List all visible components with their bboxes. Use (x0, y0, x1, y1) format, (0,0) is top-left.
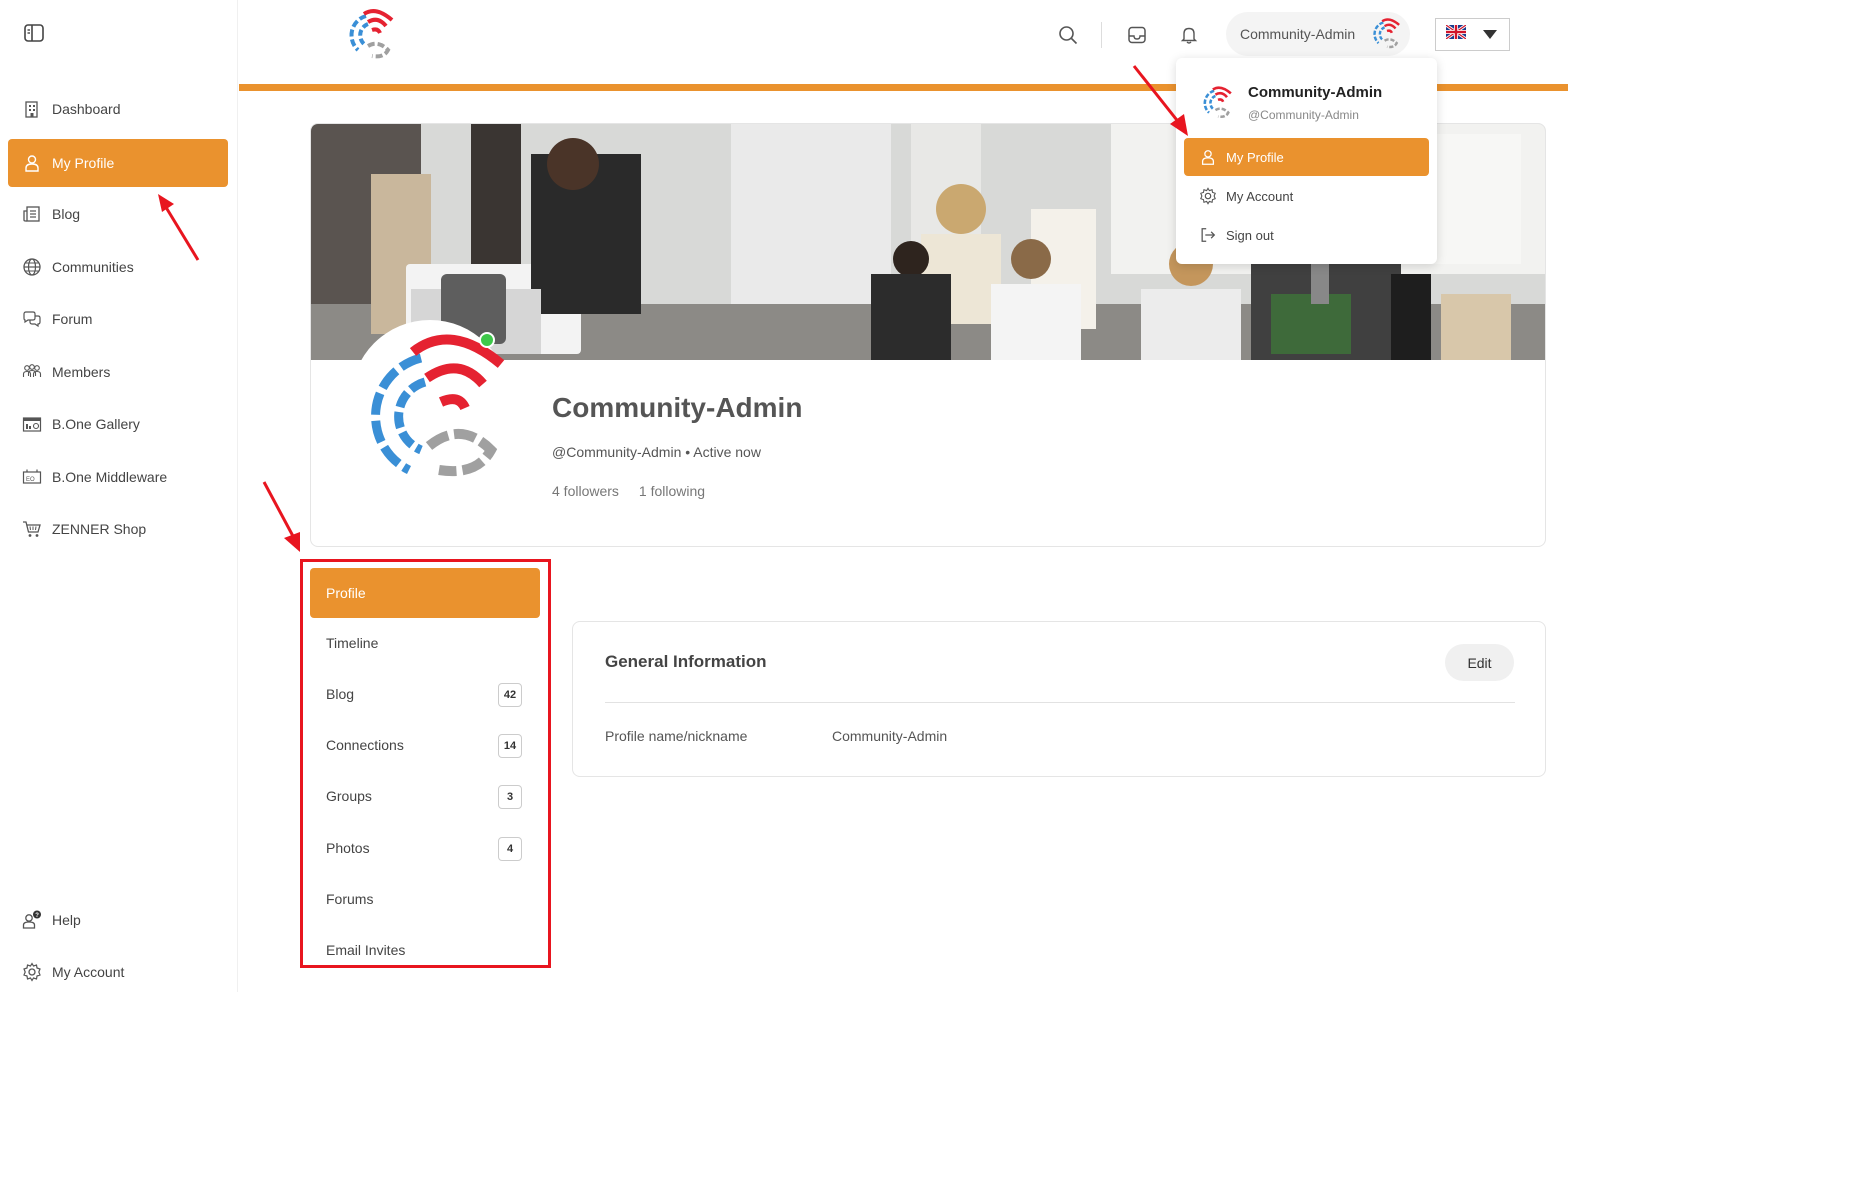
person-icon (22, 153, 42, 173)
sidebar-item-forum[interactable]: Forum (8, 295, 228, 343)
profile-tab-connections[interactable]: Connections 14 (310, 720, 540, 770)
sidebar-item-members[interactable]: Members (8, 348, 228, 396)
bell-icon[interactable] (1178, 24, 1200, 46)
profile-tab-label: Photos (326, 840, 370, 856)
sidebar-item-blog[interactable]: Blog (8, 190, 228, 238)
sidebar-item-label: B.One Gallery (52, 416, 140, 432)
profile-tab-label: Email Invites (326, 942, 406, 958)
dropdown-item-my-account[interactable]: My Account (1184, 177, 1429, 215)
profile-tab-label: Forums (326, 891, 374, 907)
search-icon[interactable] (1057, 24, 1079, 46)
avatar (1370, 16, 1404, 52)
count-badge: 3 (498, 785, 522, 809)
count-badge: 4 (498, 837, 522, 861)
sidebar-item-label: Help (52, 912, 81, 928)
person-icon (1198, 147, 1218, 167)
profile-tab-photos[interactable]: Photos 4 (310, 823, 540, 873)
sidebar-item-label: B.One Middleware (52, 469, 168, 485)
online-status-indicator (479, 332, 495, 348)
sidebar-item-label: Blog (52, 206, 81, 222)
language-select[interactable] (1435, 18, 1510, 51)
profile-tab-label: Groups (326, 788, 372, 804)
sidebar-item-label: Members (52, 364, 111, 380)
gear-icon (22, 962, 42, 982)
dropdown-item-label: Sign out (1226, 227, 1274, 243)
profile-tab-profile[interactable]: Profile (310, 568, 540, 618)
follow-stats: 4 followers 1 following (552, 483, 705, 499)
profile-name: Community-Admin (552, 392, 803, 423)
header-user-name: Community-Admin (1240, 26, 1356, 42)
header-divider (1101, 22, 1102, 48)
profile-tab-forums[interactable]: Forums (310, 874, 540, 924)
avatar (1200, 84, 1236, 122)
count-badge: 42 (498, 683, 522, 707)
dropdown-item-my-profile[interactable]: My Profile (1184, 138, 1429, 176)
sidebar-item-label: My Account (52, 964, 125, 980)
sidebar-item-help[interactable]: ? Help (8, 896, 228, 944)
user-menu-button[interactable]: Community-Admin (1226, 12, 1410, 56)
profile-tab-label: Profile (326, 585, 366, 601)
cart-icon (22, 519, 42, 539)
sign-out-icon (1198, 225, 1218, 245)
gear-icon (1198, 186, 1218, 206)
divider (605, 702, 1515, 703)
gallery-icon (22, 414, 42, 434)
globe-icon (22, 257, 42, 277)
profile-tab-label: Timeline (326, 635, 379, 651)
followers-link[interactable]: 4 followers (552, 483, 619, 499)
profile-tab-label: Blog (326, 686, 355, 702)
building-icon (22, 99, 42, 119)
profile-tab-timeline[interactable]: Timeline (310, 618, 540, 668)
chat-icon (22, 309, 42, 329)
help-icon: ? (22, 910, 42, 930)
sidebar-item-bone-gallery[interactable]: B.One Gallery (8, 400, 228, 448)
svg-text:?: ? (35, 913, 39, 919)
dropdown-user-header: Community-Admin @Community-Admin (1200, 80, 1420, 130)
sidebar-item-bone-middleware[interactable]: EO B.One Middleware (8, 453, 228, 501)
sidebar: Dashboard My Profile Blog Communities Fo… (0, 0, 238, 992)
user-dropdown-menu: Community-Admin @Community-Admin My Prof… (1176, 58, 1437, 264)
sidebar-item-zenner-shop[interactable]: ZENNER Shop (8, 505, 228, 553)
count-badge: 14 (498, 734, 522, 758)
uk-flag-icon (1445, 23, 1467, 44)
dropdown-user-name: Community-Admin (1248, 84, 1383, 101)
newspaper-icon (22, 204, 42, 224)
sidebar-item-dashboard[interactable]: Dashboard (8, 85, 228, 133)
general-information-card: General Information Edit Profile name/ni… (572, 621, 1546, 777)
sidebar-item-label: Forum (52, 311, 93, 327)
middleware-icon: EO (22, 467, 42, 487)
edit-button[interactable]: Edit (1445, 644, 1514, 681)
profile-tab-blog[interactable]: Blog 42 (310, 669, 540, 719)
svg-text:EO: EO (26, 477, 35, 483)
sidebar-item-label: ZENNER Shop (52, 521, 147, 537)
inbox-icon[interactable] (1126, 24, 1148, 46)
profile-tab-email-invites[interactable]: Email Invites (310, 925, 540, 975)
field-value: Community-Admin (832, 728, 948, 744)
dropdown-user-handle: @Community-Admin (1248, 108, 1359, 122)
sidebar-item-my-profile[interactable]: My Profile (8, 139, 228, 187)
dropdown-item-label: My Profile (1226, 149, 1284, 165)
sidebar-item-my-account[interactable]: My Account (8, 948, 228, 996)
sidebar-item-label: Communities (52, 259, 134, 275)
sidebar-item-label: Dashboard (52, 101, 121, 117)
dropdown-item-label: My Account (1226, 188, 1294, 204)
sidebar-item-label: My Profile (52, 155, 115, 171)
field-label: Profile name/nickname (605, 728, 748, 744)
following-link[interactable]: 1 following (639, 483, 705, 499)
section-title: General Information (605, 652, 767, 671)
profile-handle-status: @Community-Admin • Active now (552, 444, 761, 460)
chevron-down-icon (1483, 30, 1497, 39)
group-icon (22, 362, 42, 382)
annotation-arrow (262, 481, 300, 552)
brand-logo[interactable] (344, 6, 400, 64)
profile-tab-label: Connections (326, 737, 404, 753)
sidebar-item-communities[interactable]: Communities (8, 243, 228, 291)
sidebar-toggle-icon[interactable] (24, 24, 44, 42)
profile-tab-groups[interactable]: Groups 3 (310, 771, 540, 821)
dropdown-item-sign-out[interactable]: Sign out (1184, 216, 1429, 254)
